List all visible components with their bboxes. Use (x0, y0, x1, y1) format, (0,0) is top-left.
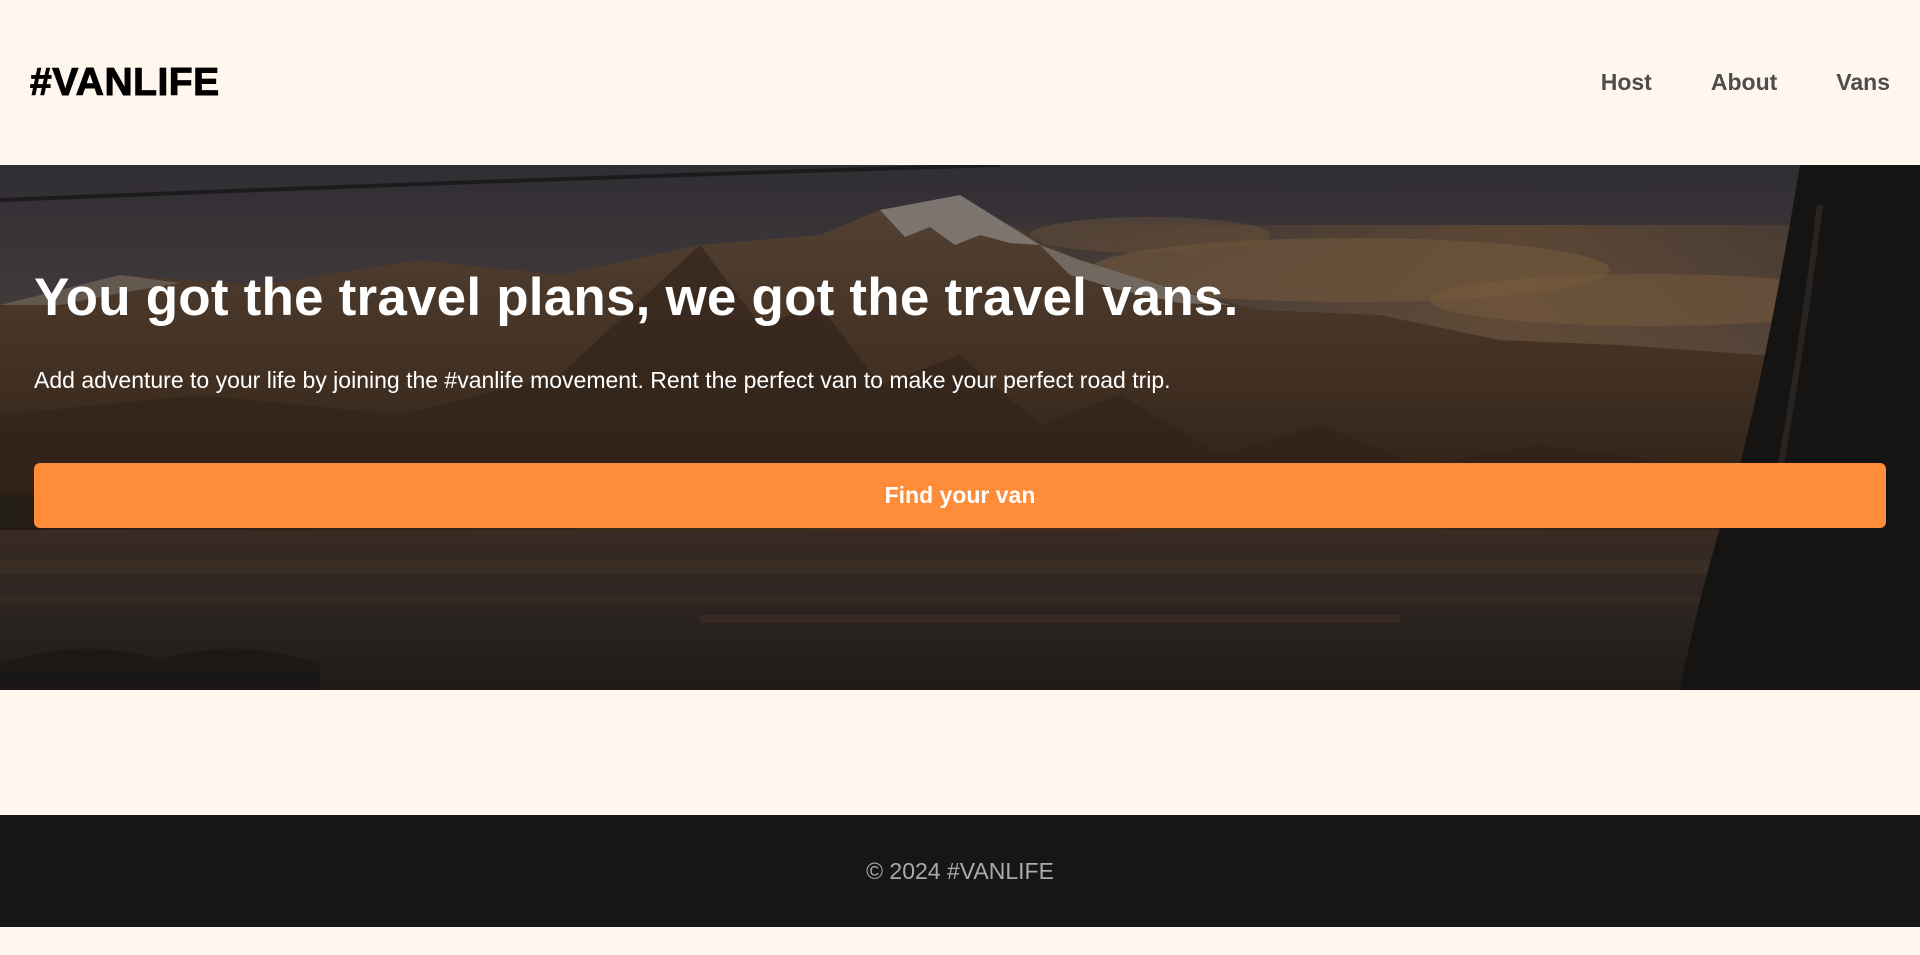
hero-subtitle: Add adventure to your life by joining th… (34, 367, 1171, 394)
site-logo[interactable]: #VANLIFE (30, 60, 220, 105)
nav-link-host[interactable]: Host (1601, 69, 1652, 96)
page: #VANLIFE Host About Vans You got the tra… (0, 0, 1920, 955)
site-footer: © 2024 #VANLIFE (0, 815, 1920, 927)
hero-content: You got the travel plans, we got the tra… (34, 268, 1886, 529)
nav-link-about[interactable]: About (1711, 69, 1777, 96)
nav-link-vans[interactable]: Vans (1836, 69, 1890, 96)
site-header: #VANLIFE Host About Vans (0, 0, 1920, 165)
main-nav: Host About Vans (1601, 69, 1890, 96)
hero-title: You got the travel plans, we got the tra… (34, 268, 1239, 327)
footer-copyright: © 2024 #VANLIFE (866, 857, 1054, 884)
find-your-van-button[interactable]: Find your van (34, 463, 1886, 529)
hero-section: You got the travel plans, we got the tra… (0, 165, 1920, 690)
